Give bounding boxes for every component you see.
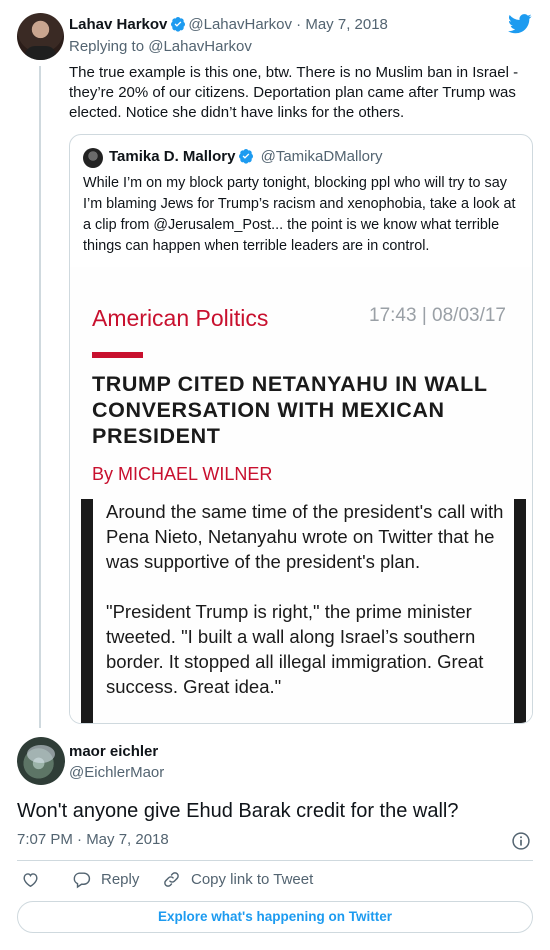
quoted-author-name: Tamika D. Mallory bbox=[109, 148, 236, 165]
article-headline: TRUMP CITED NETANYAHU IN WALL CONVERSATI… bbox=[92, 372, 488, 448]
copy-link-label: Copy link to Tweet bbox=[191, 871, 314, 888]
quoted-author-handle: @TamikaDMallory bbox=[260, 148, 383, 165]
explore-button[interactable]: Explore what's happening on Twitter bbox=[17, 901, 533, 933]
tamika-avatar bbox=[83, 148, 103, 168]
article-screenshot-image[interactable]: American Politics 17:43 | 08/03/17 TRUMP… bbox=[70, 267, 532, 723]
reply-timestamp[interactable]: 7:07 PM · May 7, 2018 bbox=[17, 831, 169, 848]
parent-author-handle[interactable]: @LahavHarkov bbox=[188, 16, 292, 33]
thread-connector-line bbox=[39, 66, 41, 728]
article-timestamp: 17:43 | 08/03/17 bbox=[369, 305, 506, 326]
reply-bubble-icon bbox=[73, 872, 91, 889]
reply-label: Reply bbox=[101, 871, 140, 888]
maor-avatar[interactable] bbox=[17, 737, 65, 785]
parent-tweet-text: The true example is this one, btw. There… bbox=[69, 64, 519, 121]
reply-button[interactable]: Reply bbox=[72, 870, 139, 889]
quoted-tweet-text: While I’m on my block party tonight, blo… bbox=[83, 175, 516, 254]
verified-badge-icon bbox=[171, 17, 186, 32]
replying-to-label[interactable]: Replying to @LahavHarkov bbox=[69, 38, 252, 55]
quoted-tweet-header: Tamika D. Mallory @TamikaDMallory bbox=[109, 148, 383, 165]
heart-icon bbox=[23, 873, 38, 888]
parent-tweet-header: Lahav Harkov @LahavHarkov · May 7, 2018 bbox=[69, 16, 388, 33]
twitter-bird-icon[interactable] bbox=[508, 14, 532, 34]
excerpt-paragraph-2: "President Trump is right," the prime mi… bbox=[106, 601, 484, 697]
excerpt-paragraph-1: Around the same time of the president's … bbox=[106, 501, 504, 572]
like-button[interactable] bbox=[21, 870, 50, 889]
parent-date[interactable]: May 7, 2018 bbox=[305, 16, 388, 33]
reply-author-handle[interactable]: @EichlerMaor bbox=[69, 764, 164, 781]
copy-link-button[interactable]: Copy link to Tweet bbox=[162, 870, 313, 889]
parent-author-name[interactable]: Lahav Harkov bbox=[69, 16, 167, 33]
excerpt-right-bar bbox=[514, 499, 526, 723]
article-section-label: American Politics bbox=[92, 305, 269, 331]
article-byline: By MICHAEL WILNER bbox=[92, 464, 273, 484]
divider bbox=[17, 860, 533, 861]
verified-badge-icon bbox=[239, 149, 254, 164]
reply-tweet-text: Won't anyone give Ehud Barak credit for … bbox=[17, 800, 459, 822]
section-accent-bar bbox=[92, 352, 143, 358]
excerpt-left-bar bbox=[81, 499, 93, 723]
link-icon bbox=[164, 872, 179, 887]
article-excerpt: Around the same time of the president's … bbox=[106, 499, 508, 699]
quoted-tweet-card[interactable]: Tamika D. Mallory @TamikaDMallory While … bbox=[69, 134, 533, 724]
reply-author-name[interactable]: maor eichler bbox=[69, 743, 158, 760]
lahav-avatar[interactable] bbox=[17, 13, 64, 60]
info-icon[interactable] bbox=[511, 831, 531, 851]
